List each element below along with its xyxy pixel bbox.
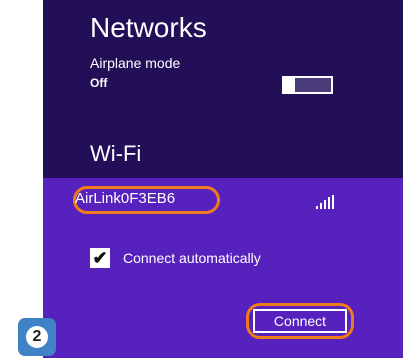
panel-title: Networks bbox=[90, 12, 207, 43]
network-item[interactable]: AirLink0F3EB6 ✔ Connect automatically Co… bbox=[43, 178, 403, 358]
airplane-mode-toggle[interactable] bbox=[282, 76, 333, 94]
step-badge: 2 bbox=[18, 318, 56, 356]
connect-button[interactable]: Connect bbox=[253, 309, 347, 333]
step-number: 2 bbox=[26, 326, 48, 348]
toggle-thumb bbox=[284, 76, 295, 94]
signal-bar bbox=[320, 203, 322, 209]
connect-automatically-checkbox[interactable]: ✔ bbox=[90, 248, 110, 268]
airplane-mode-label: Airplane mode bbox=[90, 55, 181, 71]
wifi-heading: Wi-Fi bbox=[90, 141, 142, 166]
signal-strength-icon bbox=[316, 195, 336, 209]
screen: Networks Airplane mode Off Wi-Fi AirLink… bbox=[0, 0, 403, 358]
signal-bar bbox=[324, 200, 326, 209]
signal-bar bbox=[332, 195, 334, 209]
networks-panel: Networks Airplane mode Off Wi-Fi AirLink… bbox=[43, 0, 403, 358]
signal-bar bbox=[328, 197, 330, 209]
network-ssid: AirLink0F3EB6 bbox=[75, 190, 176, 207]
signal-bar bbox=[316, 206, 318, 209]
airplane-mode-value: Off bbox=[90, 76, 108, 90]
connect-automatically-label: Connect automatically bbox=[123, 250, 261, 266]
